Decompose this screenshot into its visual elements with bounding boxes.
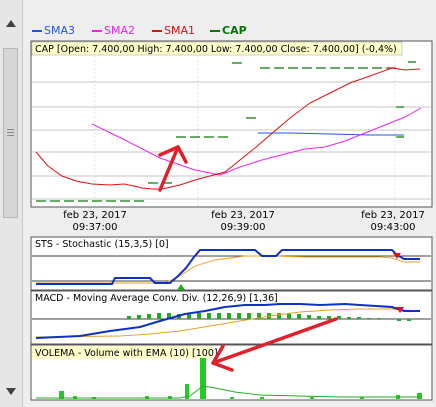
x-tick-date: feb 23, 2017 xyxy=(63,210,127,221)
x-tick-date: feb 23, 2017 xyxy=(211,210,275,221)
x-tick-time: 09:43:00 xyxy=(371,222,416,233)
x-tick-time: 09:37:00 xyxy=(73,222,118,233)
main-chart-panel[interactable] xyxy=(30,40,433,208)
sts-title: STS - Stochastic (15,3,5) [0] xyxy=(35,239,169,250)
x-tick-date: feb 23, 2017 xyxy=(361,210,425,221)
volema-title: VOLEMA - Volume with EMA (10) [100] xyxy=(35,348,218,359)
chart-canvas: CAP [Open: 7.400,00 High: 7.400,00 Low: … xyxy=(30,40,433,401)
macd-title: MACD - Moving Average Conv. Div. (12,26,… xyxy=(35,293,278,304)
x-tick-time: 09:39:00 xyxy=(221,222,266,233)
main-chart-title: CAP [Open: 7.400,00 High: 7.400,00 Low: … xyxy=(35,44,397,55)
